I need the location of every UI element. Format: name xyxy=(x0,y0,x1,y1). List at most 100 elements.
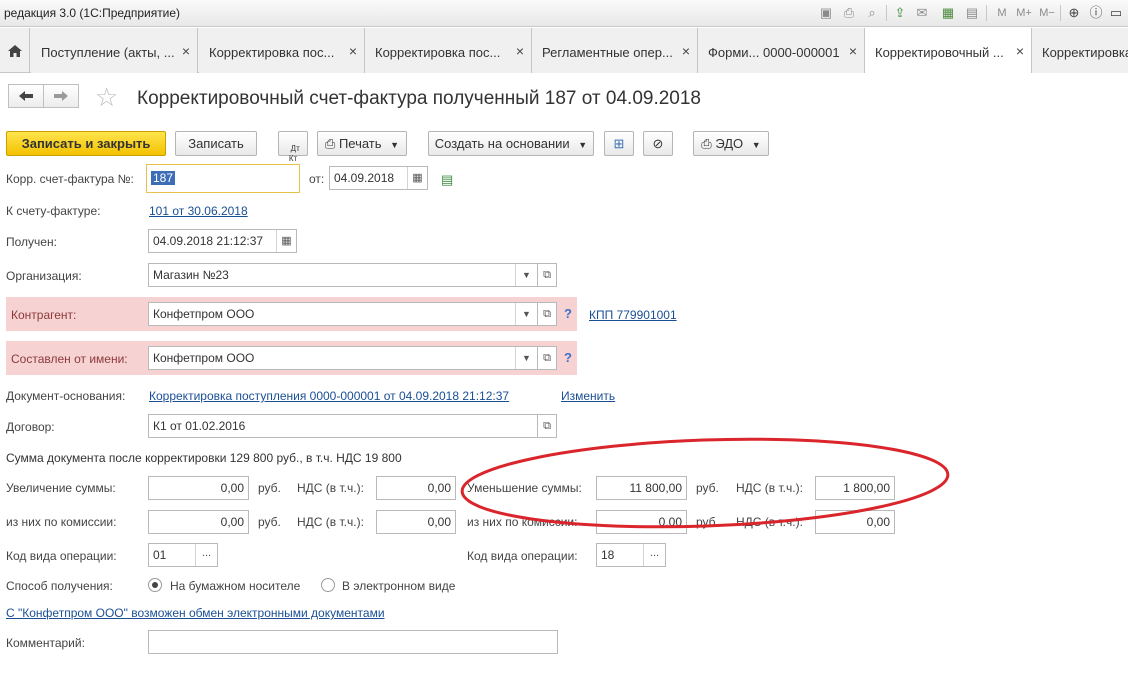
save-and-close-button[interactable]: Записать и закрыть xyxy=(6,131,166,156)
create-based-on-button[interactable]: Создать на основании ▼ xyxy=(428,131,594,156)
dt-kt-icon: Дт Кт xyxy=(288,144,300,163)
open-organization-button[interactable]: ⧉ xyxy=(537,263,557,287)
home-icon xyxy=(8,45,22,57)
print-icon[interactable]: ⎙ xyxy=(841,5,857,21)
edo-icon: ⎙ xyxy=(701,136,712,151)
calendar-icon[interactable]: ▦ xyxy=(407,167,427,189)
open-icon: ⧉ xyxy=(543,420,551,432)
op-code-field[interactable]: 01 ... xyxy=(148,543,218,567)
window-title: редакция 3.0 (1С:Предприятие) xyxy=(4,6,181,20)
ellipsis-icon[interactable]: ... xyxy=(643,544,665,566)
memory-plus-icon[interactable]: M+ xyxy=(1014,5,1034,21)
mail-icon[interactable]: ✉ xyxy=(914,5,930,21)
upload-icon[interactable]: ⇪ xyxy=(892,5,908,21)
calendar-icon[interactable]: ▤ xyxy=(964,5,980,21)
page-title: Корректировочный счет-фактура полученный… xyxy=(137,88,701,109)
vat-label: НДС (в т.ч.): xyxy=(297,515,364,529)
tab-routine-ops[interactable]: Регламентные опер... × xyxy=(532,28,698,73)
paper-option-label: На бумажном носителе xyxy=(170,579,301,593)
spreadsheet-icon[interactable]: ▦ xyxy=(940,5,956,21)
open-contractor-button[interactable]: ⧉ xyxy=(537,302,557,326)
info-icon[interactable]: ⓘ xyxy=(1088,5,1104,21)
save-button[interactable]: Записать xyxy=(175,131,257,156)
chevron-down-icon[interactable]: ▼ xyxy=(515,303,537,325)
open-compiled-button[interactable]: ⧉ xyxy=(537,346,557,370)
commission-vat-field[interactable]: 0,00 xyxy=(376,510,456,534)
dt-kt-button[interactable]: Дт Кт xyxy=(278,131,308,163)
commission-decrease-field[interactable]: 0,00 xyxy=(596,510,687,534)
structure-button[interactable]: ⊞ xyxy=(604,131,634,156)
compiled-field[interactable]: Конфетпром ООО ▼ xyxy=(148,346,538,370)
increase-value: 0,00 xyxy=(220,481,244,495)
help-question-icon[interactable]: ? xyxy=(564,350,572,365)
commission-decrease-vat-value: 0,00 xyxy=(866,515,890,529)
edo-button[interactable]: ⎙ ЭДО ▼ xyxy=(693,131,769,156)
chevron-down-icon[interactable]: ▼ xyxy=(515,347,537,369)
decrease-label: Уменьшение суммы: xyxy=(467,481,582,495)
attach-button[interactable]: ⊘ xyxy=(643,131,673,156)
received-date-field[interactable]: 04.09.2018 21:12:37 ▦ xyxy=(148,229,297,253)
comment-field[interactable] xyxy=(148,630,558,654)
open-contract-button[interactable]: ⧉ xyxy=(537,414,557,438)
close-icon[interactable]: × xyxy=(849,43,857,59)
change-link[interactable]: Изменить xyxy=(561,389,615,403)
commission-field[interactable]: 0,00 xyxy=(148,510,249,534)
memory-minus-icon[interactable]: M− xyxy=(1037,5,1057,21)
increase-field[interactable]: 0,00 xyxy=(148,476,249,500)
edo-exchange-link[interactable]: С "Конфетпром ООО" возможен обмен электр… xyxy=(6,606,385,620)
organization-field[interactable]: Магазин №23 ▼ xyxy=(148,263,538,287)
close-icon[interactable]: × xyxy=(349,43,357,59)
favorite-star-icon[interactable]: ☆ xyxy=(95,82,118,113)
increase-vat-field[interactable]: 0,00 xyxy=(376,476,456,500)
tab-label: Поступление (акты, ... xyxy=(41,45,175,60)
to-invoice-link[interactable]: 101 от 30.06.2018 xyxy=(149,204,248,218)
base-doc-link[interactable]: Корректировка поступления 0000-000001 от… xyxy=(149,389,509,403)
corr-invoice-label: Корр. счет-фактура №: xyxy=(6,172,134,186)
preview-icon[interactable]: ⌕ xyxy=(864,5,880,21)
back-button[interactable] xyxy=(8,84,44,108)
chevron-down-icon[interactable]: ▼ xyxy=(515,264,537,286)
close-icon[interactable]: × xyxy=(516,43,524,59)
memory-icon[interactable]: M xyxy=(994,5,1010,21)
save-icon[interactable]: ▣ xyxy=(818,5,834,21)
create-based-label: Создать на основании xyxy=(434,136,570,151)
decrease-field[interactable]: 11 800,00 xyxy=(596,476,687,500)
vat-label: НДС (в т.ч.): xyxy=(736,481,803,495)
tab-receipt[interactable]: Поступление (акты, ... × xyxy=(31,28,198,73)
increase-vat-value: 0,00 xyxy=(427,481,451,495)
contractor-field[interactable]: Конфетпром ООО ▼ xyxy=(148,302,538,326)
tab-forming[interactable]: Форми... 0000-000001 × xyxy=(698,28,865,73)
forward-button[interactable] xyxy=(43,84,79,108)
close-icon[interactable]: × xyxy=(1016,43,1024,59)
home-tab[interactable] xyxy=(0,28,30,73)
kpp-link[interactable]: КПП 779901001 xyxy=(589,308,677,322)
contract-label: Договор: xyxy=(6,420,55,434)
tab-label: Корректировка xyxy=(1042,45,1128,60)
close-icon[interactable]: × xyxy=(182,43,190,59)
check-document-icon[interactable]: ▤ xyxy=(441,172,453,188)
contractor-value: Конфетпром ООО xyxy=(153,307,255,321)
electronic-radio[interactable] xyxy=(321,578,335,592)
help-question-icon[interactable]: ? xyxy=(564,306,572,321)
ellipsis-icon[interactable]: ... xyxy=(195,544,217,566)
tab-correction-1[interactable]: Корректировка пос... × xyxy=(199,28,365,73)
corr-invoice-number-field[interactable]: 187 xyxy=(146,164,300,193)
comment-label: Комментарий: xyxy=(6,636,85,650)
open-icon: ⧉ xyxy=(543,352,551,364)
corr-invoice-number-value: 187 xyxy=(151,171,176,185)
tab-correction-2[interactable]: Корректировка пос... × xyxy=(365,28,532,73)
calendar-icon[interactable]: ▦ xyxy=(276,230,296,252)
tab-correction-3[interactable]: Корректировка xyxy=(1032,28,1128,73)
tab-corr-invoice[interactable]: Корректировочный ... × xyxy=(865,28,1032,73)
close-icon[interactable]: × xyxy=(682,43,690,59)
maximize-icon[interactable]: ▭ xyxy=(1108,5,1124,21)
zoom-icon[interactable]: ⊕ xyxy=(1066,5,1082,21)
from-date-field[interactable]: 04.09.2018 ▦ xyxy=(329,166,428,190)
contract-field[interactable]: К1 от 01.02.2016 xyxy=(148,414,538,438)
op-code-decrease-field[interactable]: 18 ... xyxy=(596,543,666,567)
print-button[interactable]: ⎙ Печать ▼ xyxy=(317,131,407,156)
commission-decrease-vat-field[interactable]: 0,00 xyxy=(815,510,895,534)
decrease-vat-field[interactable]: 1 800,00 xyxy=(815,476,895,500)
arrow-left-icon xyxy=(19,91,33,101)
paper-radio[interactable] xyxy=(148,578,162,592)
